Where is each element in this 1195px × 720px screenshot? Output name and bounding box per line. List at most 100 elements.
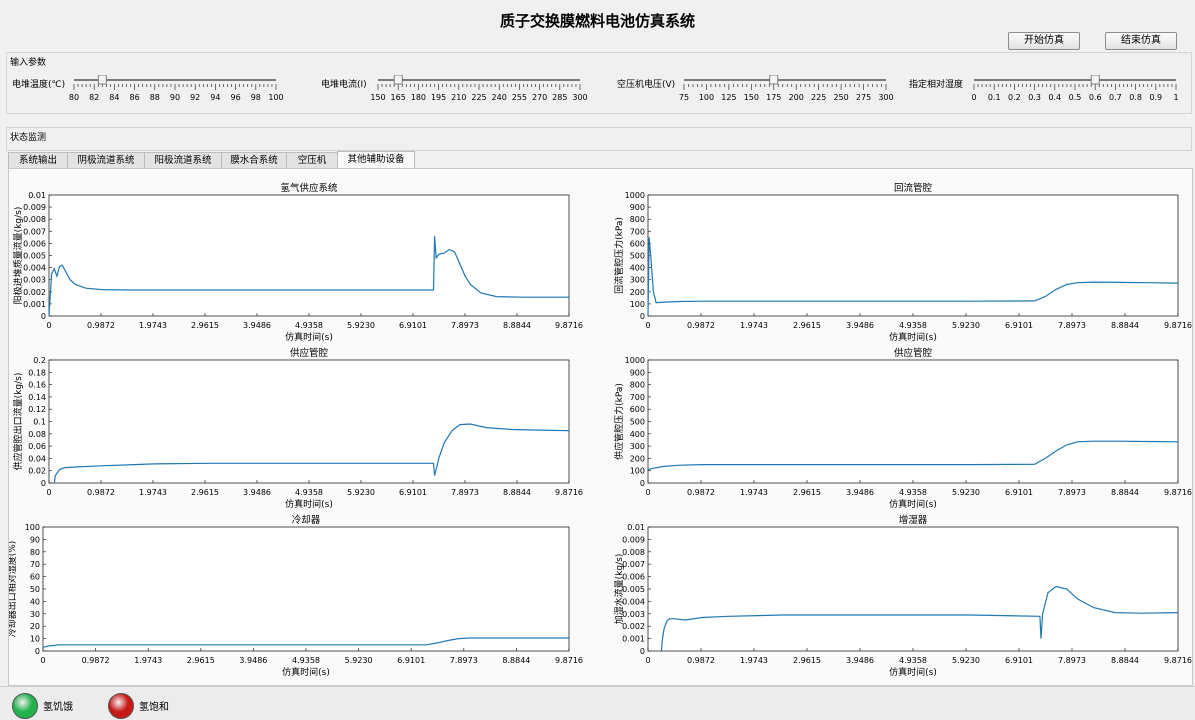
y-tick-label: 0.003 [622,610,645,619]
x-tick-label: 0.9872 [687,488,715,497]
x-tick-label: 4.9358 [295,321,323,330]
x-tick-label: 2.9615 [793,321,821,330]
slider-tick-label: 0.5 [1069,93,1082,102]
x-tick-label: 8.8844 [502,656,530,665]
slider-tick-label: 285 [552,93,567,102]
x-tick-label: 5.9230 [952,656,980,665]
slider-tick-label: 125 [721,93,736,102]
x-tick-label: 0 [645,488,650,497]
x-tick-label: 7.8973 [451,488,479,497]
compressor-voltage-slider[interactable]: 75 100 125 150 175 200 225 250 275 300 [676,75,894,103]
y-tick-label: 1000 [625,356,645,365]
tab-system-output[interactable]: 系统输出 [8,152,68,169]
x-tick-label: 9.8716 [1164,321,1192,330]
chart-3: 供应管腔 0 0.9872 1.9743 2.9615 3.9486 4.9358 5.923… [613,347,1192,510]
x-tick-label: 0.9872 [82,656,110,665]
x-tick-label: 8.8844 [503,488,531,497]
x-axis-label: 仿真时间(s) [889,331,937,343]
x-tick-label: 3.9486 [243,488,271,497]
y-tick-label: 0.005 [622,585,645,594]
tab-membrane-hydration[interactable]: 膜水合系统 [221,152,287,169]
y-tick-label: 0.009 [23,203,46,212]
x-tick-label: 6.9101 [1005,656,1033,665]
slider-tick-label: 90 [170,93,180,102]
y-tick-label: 300 [630,442,645,451]
slider-thumb[interactable] [769,75,779,85]
y-tick-label: 1000 [625,191,645,200]
x-tick-label: 1.9743 [139,321,167,330]
y-axis-label: 加湿水流量(kg/s) [613,554,625,625]
x-tick-label: 9.8716 [1164,488,1192,497]
slider-tick-label: 255 [512,93,527,102]
x-tick-label: 9.8716 [555,488,583,497]
y-tick-label: 0.001 [23,300,46,309]
y-tick-label: 0.12 [28,405,46,414]
slider-thumb[interactable] [97,75,107,85]
y-axis-label: 供应管腔出口流量(kg/s) [12,373,24,471]
y-tick-label: 700 [630,393,645,402]
x-tick-label: 2.9615 [187,656,215,665]
slider-tick-label: 82 [89,93,99,102]
y-tick-label: 30 [30,610,40,619]
slider-tick-label: 180 [411,93,426,102]
x-tick-label: 5.9230 [952,321,980,330]
x-tick-label: 5.9230 [952,488,980,497]
relative-humidity-slider[interactable]: 0 0.1 0.2 0.3 0.4 0.5 0.6 0.7 0.8 0.9 1 [966,75,1184,103]
stack-temperature-slider[interactable]: 80 82 84 86 88 90 92 94 96 98 100 [66,75,284,103]
y-tick-label: 400 [630,430,645,439]
tab-compressor[interactable]: 空压机 [286,152,338,169]
x-axis-label: 仿真时间(s) [285,498,333,510]
hydrogen-saturation-lamp [108,693,134,719]
y-tick-label: 900 [630,368,645,377]
x-tick-label: 3.9486 [243,321,271,330]
y-tick-label: 0 [640,479,645,488]
slider-thumb[interactable] [393,75,403,85]
y-axis-label: 阳极进堆质量流量(kg/s) [12,207,24,305]
tab-content: 氢气供应系统 0 0.9872 1.9743 2.9615 3.9486 4.9358 5.9… [6,168,1193,686]
slider-thumb[interactable] [1090,75,1100,85]
x-tick-label: 3.9486 [239,656,267,665]
y-tick-label: 800 [630,215,645,224]
status-bar [0,686,1195,720]
tab-cathode-channel[interactable]: 阴极流道系统 [67,152,145,169]
slider-tick-label: 275 [856,93,871,102]
y-tick-label: 0.002 [23,288,46,297]
y-tick-label: 0.04 [28,454,46,463]
chart-title: 供应管腔 [894,347,933,359]
y-tick-label: 0.009 [622,535,645,544]
plot-area [48,194,570,317]
x-tick-label: 5.9230 [347,321,375,330]
y-axis-label: 供应管腔压力(kPa) [613,383,625,460]
y-tick-label: 0 [640,312,645,321]
slider-tick-label: 200 [789,93,804,102]
tab-anode-channel[interactable]: 阳极流道系统 [144,152,222,169]
x-tick-label: 0 [46,488,51,497]
slider-tick-label: 0.7 [1109,93,1122,102]
plots-area: 氢气供应系统 0 0.9872 1.9743 2.9615 3.9486 4.9358 5.9… [6,182,1192,678]
end-simulation-button[interactable]: 结束仿真 [1105,32,1177,50]
slider-tick-label: 0.8 [1129,93,1142,102]
x-tick-label: 6.9101 [399,321,427,330]
x-tick-label: 8.8844 [503,321,531,330]
slider-tick-label: 165 [391,93,406,102]
status-panel [6,127,1192,151]
slider-tick-label: 92 [190,93,200,102]
slider-tick-label: 80 [69,93,79,102]
y-tick-label: 0.006 [622,573,645,582]
slider-tick-label: 240 [492,93,507,102]
stack-current-slider[interactable]: 150 165 180 195 210 225 240 255 270 285 300 [370,75,588,103]
y-tick-label: 0.002 [622,622,645,631]
x-tick-label: 6.9101 [1005,488,1033,497]
slider-tick-label: 0.1 [988,93,1001,102]
chart-title: 增湿器 [899,514,928,526]
x-tick-label: 3.9486 [846,488,874,497]
slider-label-voltage: 空压机电压(V) [617,80,676,90]
slider-tick-label: 100 [268,93,283,102]
x-tick-label: 1.9743 [139,488,167,497]
slider-tick-label: 225 [471,93,486,102]
slider-tick-label: 0.4 [1048,93,1061,102]
tab-other-auxiliary[interactable]: 其他辅助设备 [337,151,415,169]
x-tick-label: 5.9230 [347,488,375,497]
start-simulation-button[interactable]: 开始仿真 [1008,32,1080,50]
y-tick-label: 20 [30,622,40,631]
